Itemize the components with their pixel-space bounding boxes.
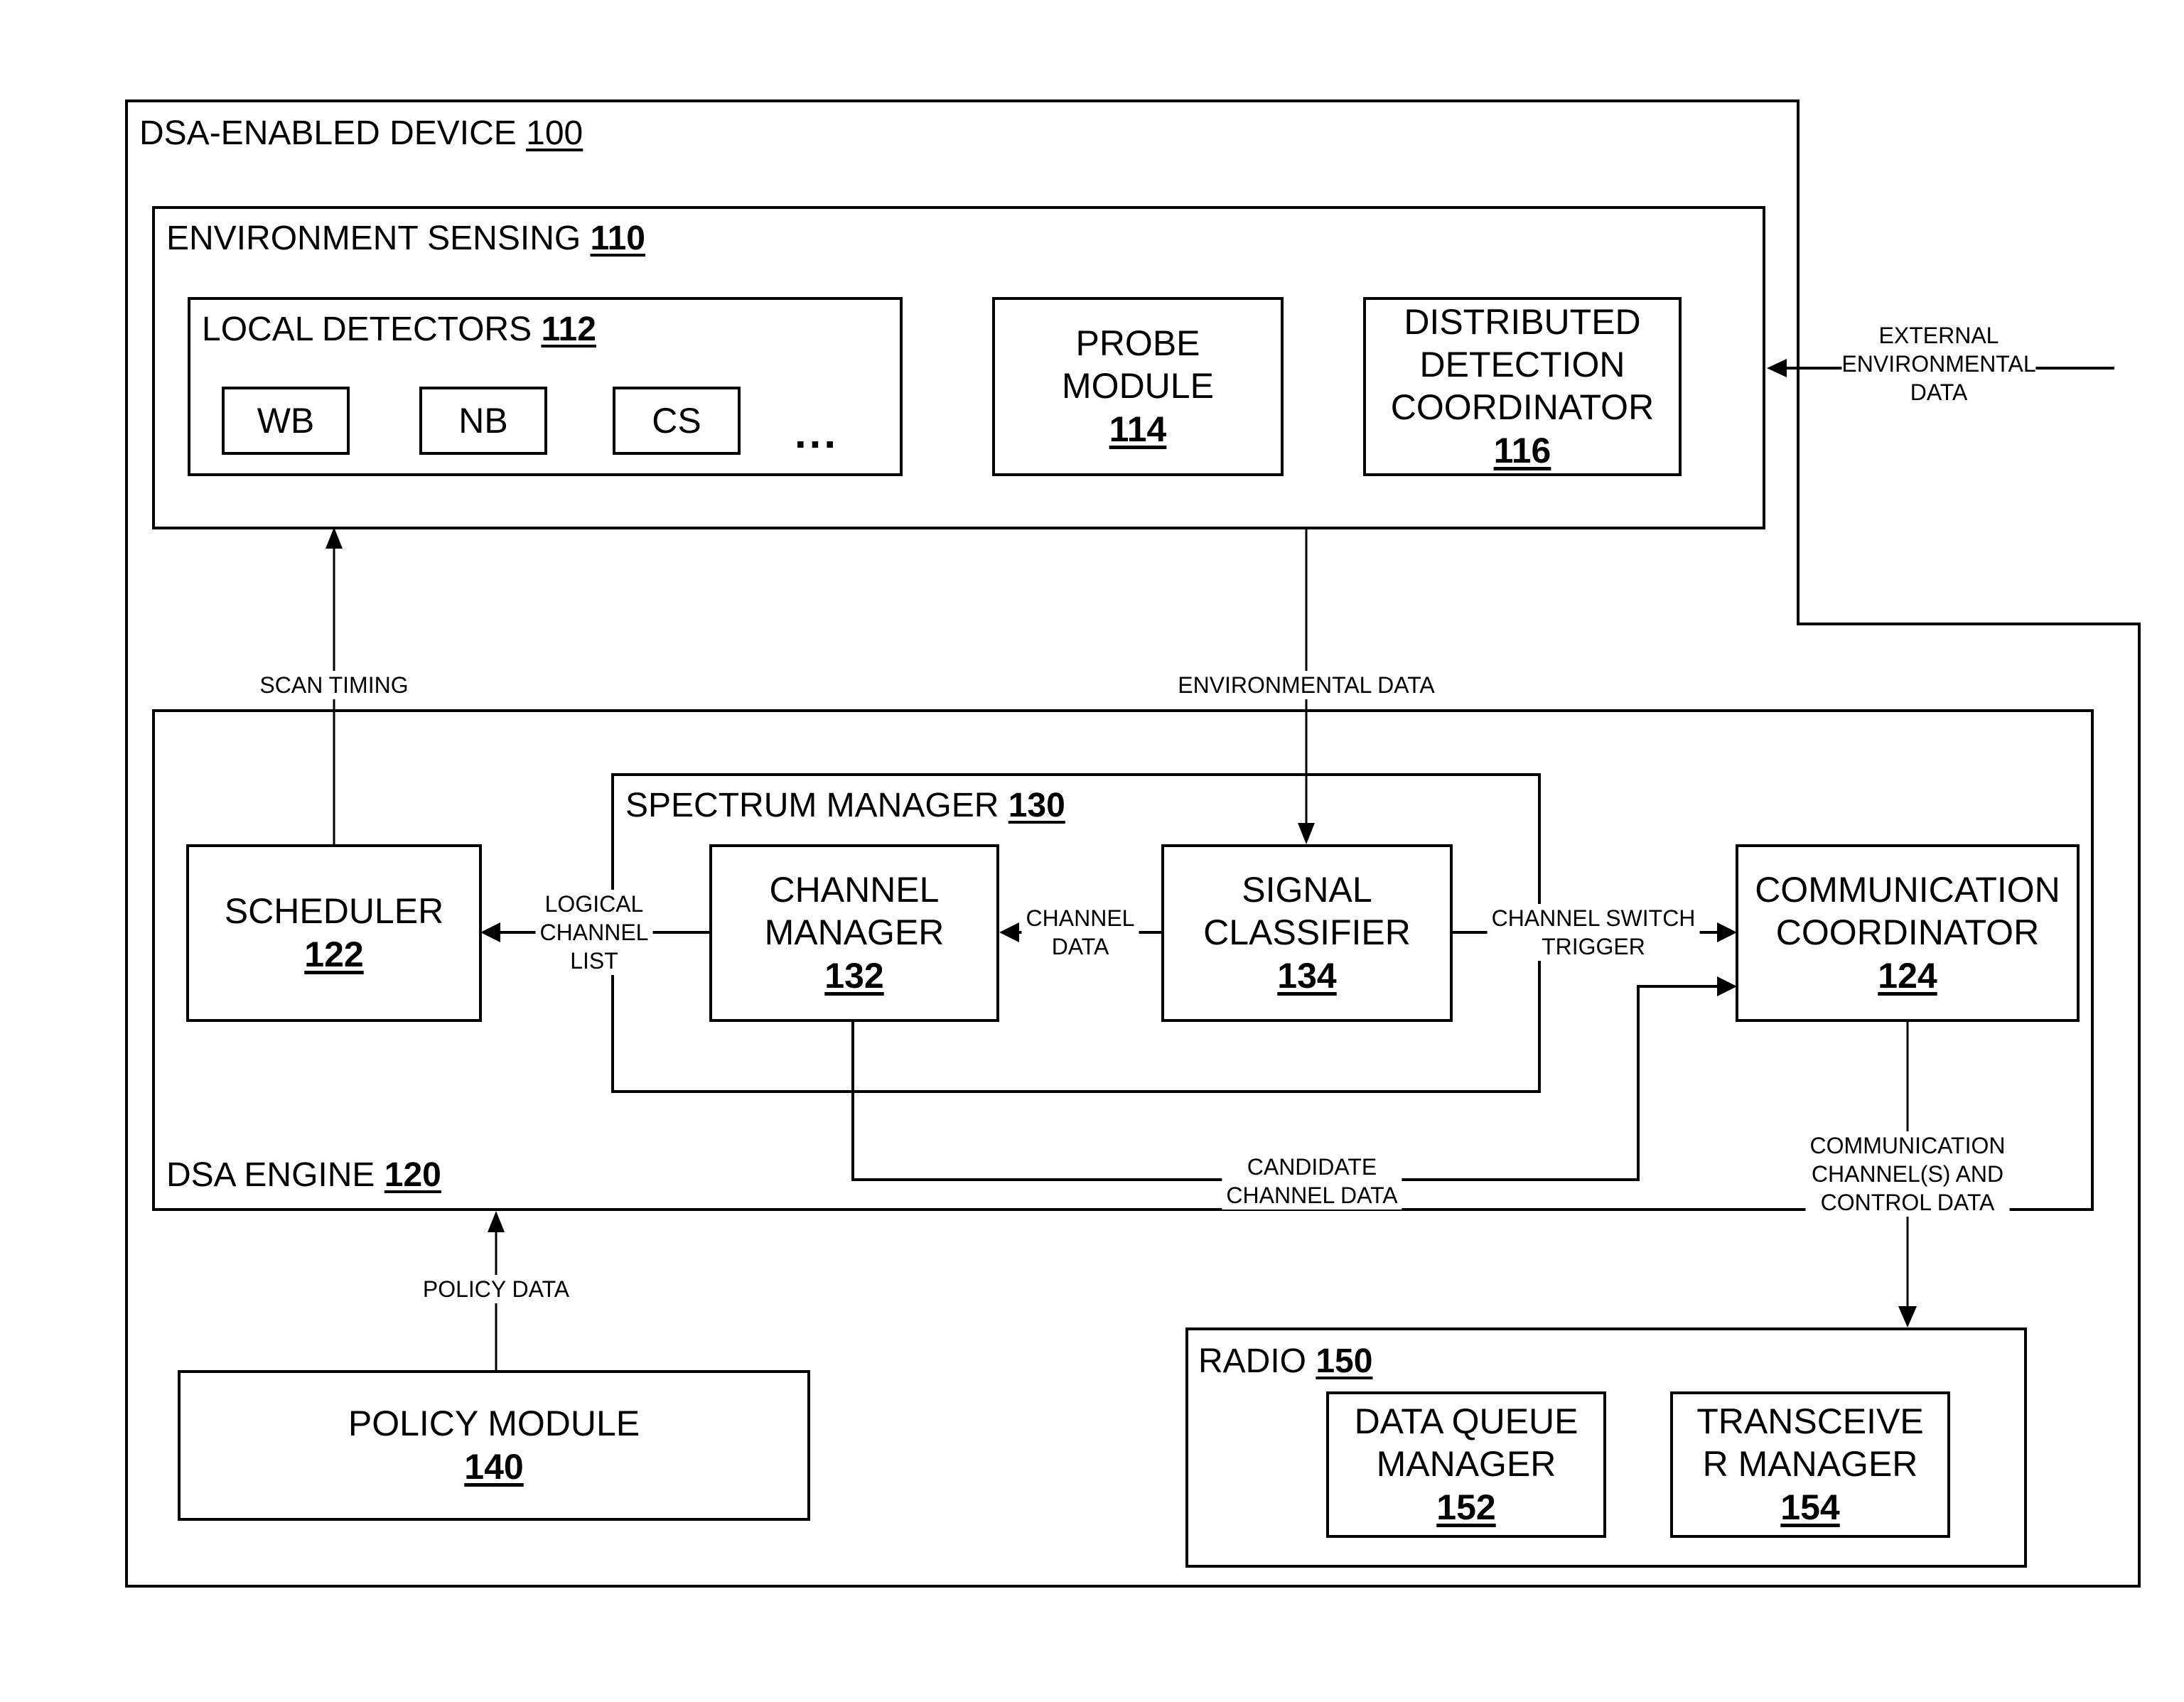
policy-data-label: POLICY DATA — [418, 1275, 574, 1303]
device-label: DSA-ENABLED DEVICE — [139, 114, 517, 152]
detector-wb-label: WB — [257, 401, 315, 441]
environment-sensing-ref: 110 — [590, 220, 645, 257]
ccd-line-2: CHANNEL DATA — [1226, 1183, 1398, 1208]
policy-module-label: POLICY MODULE — [348, 1404, 640, 1443]
ddc-line-2: DETECTION — [1419, 345, 1625, 384]
local-detectors-title: LOCAL DETECTORS 112 — [202, 313, 596, 347]
ccdata-line-2: CHANNEL(S) AND — [1811, 1161, 2004, 1187]
logical-channel-list-label: LOGICAL CHANNEL LIST — [535, 890, 653, 975]
cst-line-2: TRIGGER — [1542, 934, 1645, 959]
spectrum-manager-label: SPECTRUM MANAGER — [625, 787, 999, 824]
ddc-line-1: DISTRIBUTED — [1404, 302, 1641, 342]
channel-manager-line-2: MANAGER — [764, 912, 945, 952]
scheduler-ref: 122 — [304, 935, 364, 974]
detector-cs[interactable]: CS — [613, 387, 741, 455]
channel-manager-ref: 132 — [824, 956, 884, 996]
device-ref: 100 — [526, 114, 583, 152]
ccd-line-1: CANDIDATE — [1247, 1154, 1377, 1180]
signal-classifier-line-1: SIGNAL — [1242, 870, 1372, 910]
environmental-data-label: ENVIRONMENTAL DATA — [1173, 671, 1439, 699]
spectrum-manager-ref: 130 — [1008, 787, 1065, 824]
comm-coordinator-ref: 124 — [1878, 956, 1937, 996]
channel-manager-block[interactable]: CHANNEL MANAGER 132 — [709, 844, 999, 1022]
radio-title: RADIO 150 — [1198, 1345, 1372, 1379]
cd-line-1: CHANNEL — [1026, 905, 1135, 931]
dsa-engine-label: DSA ENGINE — [166, 1156, 375, 1194]
dsa-engine-ref: 120 — [384, 1156, 441, 1194]
external-data-arrowhead — [1767, 359, 1787, 377]
ccdata-line-1: COMMUNICATION — [1809, 1133, 2006, 1158]
probe-module-line-1: PROBE — [1075, 323, 1200, 363]
lcl-line-1: LOGICAL — [544, 891, 644, 917]
scheduler-block[interactable]: SCHEDULER 122 — [186, 844, 482, 1022]
probe-module-line-2: MODULE — [1062, 366, 1214, 406]
signal-classifier-line-2: CLASSIFIER — [1203, 912, 1411, 952]
communication-coordinator-block[interactable]: COMMUNICATION COORDINATOR 124 — [1736, 844, 2080, 1022]
radio-label: RADIO — [1198, 1342, 1307, 1380]
signal-classifier-block[interactable]: SIGNAL CLASSIFIER 134 — [1161, 844, 1453, 1022]
probe-module-block[interactable]: PROBE MODULE 114 — [992, 297, 1284, 476]
dqm-ref: 152 — [1436, 1487, 1496, 1527]
environment-sensing-label: ENVIRONMENT SENSING — [166, 220, 581, 257]
comm-control-data-arrowhead — [1898, 1306, 1917, 1327]
signal-classifier-ref: 134 — [1277, 956, 1337, 996]
data-queue-manager-block[interactable]: DATA QUEUE MANAGER 152 — [1326, 1391, 1606, 1538]
spectrum-manager-title: SPECTRUM MANAGER 130 — [625, 789, 1065, 823]
ccdata-line-3: CONTROL DATA — [1820, 1190, 1995, 1215]
local-detectors-label: LOCAL DETECTORS — [202, 311, 532, 348]
cst-line-1: CHANNEL SWITCH — [1491, 905, 1696, 931]
dsa-engine-title: DSA ENGINE 120 — [166, 1158, 441, 1192]
channel-manager-line-1: CHANNEL — [769, 870, 940, 910]
ext-env-line-3: DATA — [1910, 379, 1968, 405]
dqm-line-2: MANAGER — [1376, 1444, 1556, 1484]
policy-data-arrowhead — [488, 1211, 505, 1232]
probe-module-ref: 114 — [1109, 409, 1167, 449]
comm-coordinator-line-1: COMMUNICATION — [1755, 870, 2060, 910]
dqm-line-1: DATA QUEUE — [1354, 1401, 1578, 1441]
more-detectors-ellipsis: ... — [795, 409, 839, 457]
cd-line-2: DATA — [1051, 934, 1109, 959]
lcl-line-3: LIST — [570, 948, 618, 974]
device-title: DSA-ENABLED DEVICE 100 — [139, 117, 583, 151]
scan-timing-label: SCAN TIMING — [255, 671, 413, 699]
local-detectors-ref: 112 — [541, 311, 596, 348]
external-environmental-data-label: EXTERNAL ENVIRONMENTAL DATA — [1837, 321, 2040, 406]
channel-data-label: CHANNEL DATA — [1021, 904, 1139, 961]
environment-sensing-title: ENVIRONMENT SENSING 110 — [166, 222, 645, 256]
tm-ref: 154 — [1780, 1487, 1840, 1527]
ext-env-line-1: EXTERNAL — [1878, 323, 1999, 348]
distributed-detection-coordinator-block[interactable]: DISTRIBUTED DETECTION COORDINATOR 116 — [1363, 297, 1682, 476]
scan-timing-arrowhead — [326, 527, 343, 549]
detector-nb-label: NB — [458, 401, 508, 441]
detector-wb[interactable]: WB — [222, 387, 350, 455]
comm-control-data-label: COMMUNICATION CHANNEL(S) AND CONTROL DAT… — [1805, 1131, 2010, 1217]
radio-ref: 150 — [1316, 1342, 1373, 1380]
detector-cs-label: CS — [652, 401, 701, 441]
detector-nb[interactable]: NB — [419, 387, 547, 455]
candidate-channel-data-label: CANDIDATE CHANNEL DATA — [1222, 1153, 1402, 1210]
ddc-line-3: COORDINATOR — [1390, 387, 1655, 427]
policy-module-block[interactable]: POLICY MODULE 140 — [178, 1370, 810, 1521]
lcl-line-2: CHANNEL — [539, 920, 649, 945]
ddc-ref: 116 — [1493, 431, 1551, 470]
comm-coordinator-line-2: COORDINATOR — [1775, 912, 2040, 952]
channel-switch-trigger-label: CHANNEL SWITCH TRIGGER — [1487, 904, 1700, 961]
ext-env-line-2: ENVIRONMENTAL — [1841, 350, 2036, 378]
policy-module-ref: 140 — [464, 1447, 524, 1487]
tm-line-2: R MANAGER — [1702, 1444, 1918, 1484]
transceiver-manager-block[interactable]: TRANSCEIVE R MANAGER 154 — [1670, 1391, 1950, 1538]
scheduler-label: SCHEDULER — [224, 891, 444, 931]
tm-line-1: TRANSCEIVE — [1696, 1401, 1924, 1441]
